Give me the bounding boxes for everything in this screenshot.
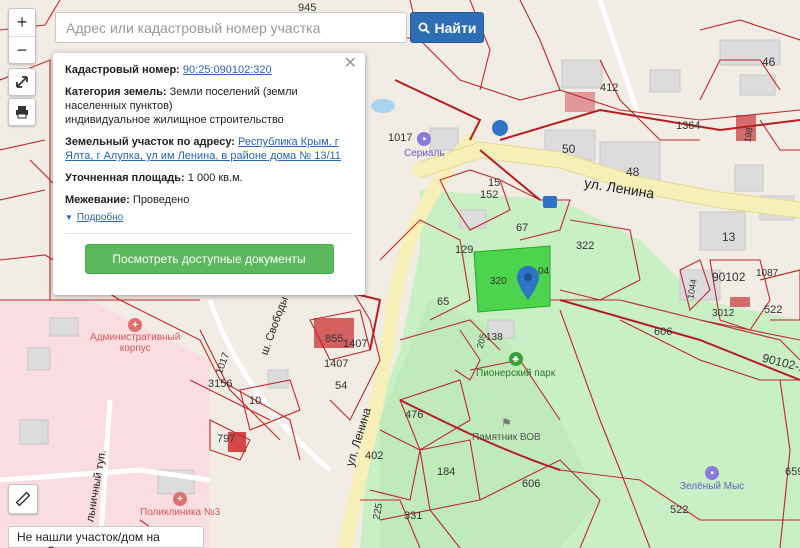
poi-clinic[interactable]: + Поликлиника №3 [140,492,220,518]
category-label: Категория земель: [65,86,167,98]
parcel-label: 129 [455,244,474,256]
parcel-label: 13 [722,230,736,244]
parcel-label: 10 [249,395,262,407]
search-icon [418,22,430,34]
parcel-label: 184 [437,466,456,478]
parcel-label: 90102 [712,270,746,284]
parcel-label: 322 [576,240,595,252]
monument-icon: ⚑ [500,416,512,430]
poi-park[interactable]: ♣ Пионерский парк [476,352,555,379]
measure-button[interactable] [8,484,38,514]
details-link: Подробно [76,212,124,223]
parcel-label: 320 [490,276,507,287]
poi-monument[interactable]: ⚑ Памятник ВОВ [472,416,541,443]
parcel-label: 46 [762,55,776,69]
parcel-label: 1407 [343,338,368,350]
poi-label: Административный [90,332,181,343]
cadastral-number-link[interactable]: 90:25:090102:320 [183,64,272,76]
fullscreen-button[interactable] [8,68,36,96]
building-icon: ▪ [417,132,432,146]
search-button-label: Найти [434,19,477,36]
print-button[interactable] [8,98,36,126]
not-found-link[interactable]: Не нашли участок/дом на карте? [8,526,204,548]
print-icon [16,106,28,119]
search-button[interactable]: Найти [410,12,484,43]
parcel-label: 522 [670,504,689,516]
poi-label: Сериаль [404,148,445,159]
area-value: 1 000 кв.м. [187,172,243,184]
search-input[interactable] [55,12,407,43]
details-toggle[interactable]: ▼ Подробно [65,211,353,225]
survey-value: Проведено [132,194,190,206]
parcel-label: 1364 [676,120,701,132]
ruler-icon [15,491,31,507]
parcel-label: 412 [600,82,619,94]
location-pin-icon[interactable] [517,266,539,300]
parcel-label: 606 [654,326,673,338]
parcel-label: 522 [764,304,783,316]
close-icon[interactable]: ✕ [344,56,357,72]
poi-serial[interactable]: ▪ Сериаль [404,132,445,159]
hotel-icon: ▪ [705,466,720,480]
poi-label: Пионерский парк [476,368,556,379]
divider [65,233,353,234]
parcel-label: 659 [785,466,800,478]
tree-icon: ♣ [508,352,523,366]
parcel-label: 476 [405,409,424,421]
address-label: Земельный участок по адресу: [65,136,235,148]
road-number-icon [543,196,557,208]
parcel-label: 04 [538,266,550,277]
parcel-label: 50 [562,142,576,156]
parcel-label: 402 [365,450,384,462]
parcel-label: 65 [437,296,450,308]
parcel-label: 67 [516,222,529,234]
parcel-label: 3012 [712,308,735,319]
expand-icon [16,76,28,88]
view-documents-button[interactable]: Посмотреть доступные документы [84,244,334,274]
survey-label: Межевание: [65,194,130,206]
parcel-label: 48 [626,165,640,179]
category-value: населенных пунктов) [65,100,173,112]
poi-label: Зелёный Мыс [680,481,745,492]
poi-label: Памятник ВОВ [472,432,541,443]
parcel-label: 1087 [756,268,779,279]
parcel-label: 152 [480,189,499,201]
poi-admin[interactable]: + Административный корпус [90,318,180,354]
category-value: Земли поселений (земли [169,86,298,98]
parcel-label: 15 [488,177,501,189]
parcel-label: 797 [217,433,236,445]
zoom-control: + − [8,8,36,64]
cadastral-label: Кадастровый номер: [65,64,180,76]
parcel-label: 1407 [324,358,349,370]
poi-label: корпус [119,343,151,354]
poi-label: Поликлиника №3 [140,507,221,518]
parcel-label: 138 [486,332,503,343]
zoom-in-button[interactable]: + [9,9,35,36]
parcel-info-popup: ✕ Кадастровый номер: 90:25:090102:320 Ка… [53,53,365,295]
road-number-icon [492,120,508,136]
chevron-down-icon: ▼ [65,213,73,222]
medical-icon: + [128,318,143,332]
zoom-out-button[interactable]: − [9,36,35,63]
poi-zeleny-mys[interactable]: ▪ Зелёный Мыс [680,466,744,492]
medical-icon: + [173,492,188,506]
parcel-label: 855 [325,333,344,345]
parcel-label: 3156 [208,378,233,390]
category-use: индивидуальное жилищное строительство [65,114,284,126]
parcel-label: 54 [335,380,348,392]
area-label: Уточненная площадь: [65,172,185,184]
parcel-label: 331 [404,510,423,522]
parcel-label: 606 [522,478,541,490]
